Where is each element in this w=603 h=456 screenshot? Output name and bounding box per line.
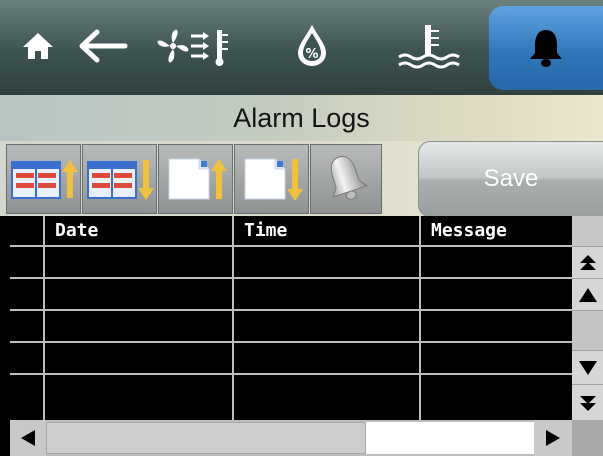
alarm-tab-active[interactable] (489, 6, 603, 90)
scrollbar-top-spacer (572, 216, 603, 246)
save-button[interactable]: Save (418, 141, 603, 217)
water-temperature-icon (398, 25, 460, 69)
humidity-percent-symbol: % (305, 47, 318, 62)
acknowledge-alarm-button[interactable] (310, 144, 382, 214)
back-arrow-icon (79, 29, 128, 63)
fan-temperature-button[interactable] (148, 0, 238, 92)
scroll-table-down-button[interactable] (82, 144, 157, 214)
scroll-to-top-button[interactable] (572, 246, 603, 278)
triangle-up-icon (578, 287, 597, 302)
top-navigation-bar: % (0, 0, 603, 95)
humidity-button[interactable]: % (282, 0, 342, 92)
table-scroll-down-icon (86, 160, 154, 200)
triangle-down-icon (578, 360, 597, 375)
scroll-down-button[interactable] (572, 350, 603, 384)
grid-line (10, 309, 572, 311)
triangle-left-icon (21, 430, 35, 446)
bell-silence-icon (330, 156, 369, 200)
scrollbar-corner (572, 420, 603, 456)
grid-line (10, 277, 572, 279)
page-up-button[interactable] (158, 144, 233, 214)
page-down-icon (244, 158, 303, 201)
column-header-message[interactable]: Message (421, 216, 572, 245)
triangle-right-icon (546, 430, 560, 446)
scroll-left-button[interactable] (10, 420, 46, 456)
column-header-time[interactable]: Time (234, 216, 421, 245)
bell-icon (530, 30, 562, 67)
row-header-corner (10, 216, 45, 245)
toolbar: Save (0, 141, 603, 217)
alarm-log-table[interactable]: Date Time Message (10, 216, 572, 420)
title-bar: Alarm Logs (0, 95, 603, 141)
grid-line (10, 341, 572, 343)
table-left-margin (0, 216, 10, 456)
horizontal-scrollbar[interactable] (10, 420, 572, 456)
horizontal-scroll-thumb[interactable] (46, 422, 366, 454)
grid-line (10, 373, 572, 375)
back-button[interactable] (72, 0, 134, 92)
page-up-icon (168, 158, 227, 200)
column-header-date[interactable]: Date (45, 216, 234, 245)
home-icon (23, 33, 53, 59)
horizontal-scroll-track[interactable] (366, 422, 534, 454)
scroll-up-button[interactable] (572, 278, 603, 310)
vertical-scroll-track[interactable] (572, 310, 603, 350)
home-button[interactable] (18, 0, 58, 92)
vertical-scrollbar[interactable] (572, 216, 603, 420)
double-chevron-up-icon (579, 254, 596, 270)
water-temperature-button[interactable] (390, 0, 470, 92)
double-chevron-down-icon (579, 395, 596, 411)
scroll-table-up-button[interactable] (6, 144, 81, 214)
page-down-button[interactable] (234, 144, 309, 214)
humidity-icon: % (297, 25, 327, 67)
table-scroll-up-icon (10, 160, 78, 199)
fan-temperature-icon (157, 29, 228, 66)
scroll-right-button[interactable] (534, 420, 572, 456)
scroll-to-bottom-button[interactable] (572, 384, 603, 420)
page-title: Alarm Logs (233, 102, 370, 133)
grid-line (10, 245, 572, 247)
